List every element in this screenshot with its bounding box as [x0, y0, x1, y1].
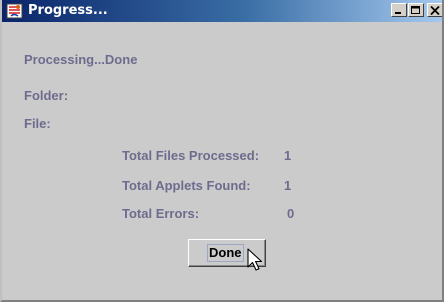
stat-label: Total Errors:	[122, 206, 200, 221]
stat-row-applets-found: Total Applets Found: 1	[122, 178, 302, 196]
stat-value: 1	[284, 148, 292, 163]
title-bar[interactable]: Progress...	[2, 0, 442, 22]
maximize-icon	[411, 6, 420, 14]
status-text: Processing...Done	[24, 52, 138, 67]
stat-value: 1	[284, 178, 292, 193]
stat-row-total-errors: Total Errors: 0	[122, 206, 302, 224]
stat-label: Total Applets Found:	[122, 178, 251, 193]
stat-row-files-processed: Total Files Processed: 1	[122, 148, 302, 166]
minimize-button[interactable]	[391, 3, 407, 17]
java-app-icon	[6, 3, 23, 19]
maximize-button[interactable]	[408, 3, 424, 17]
window-title: Progress...	[28, 3, 108, 18]
close-button[interactable]	[427, 3, 442, 17]
done-button-label: Done	[207, 244, 244, 262]
progress-window: Progress... Processing...Done Folder: Fi…	[0, 0, 444, 302]
folder-label: Folder:	[24, 88, 69, 103]
file-label: File:	[24, 116, 51, 131]
mouse-pointer-icon	[247, 248, 263, 271]
minimize-icon	[395, 12, 401, 14]
stat-label: Total Files Processed:	[122, 148, 260, 163]
stat-value: 0	[287, 206, 295, 221]
close-icon	[430, 6, 440, 15]
